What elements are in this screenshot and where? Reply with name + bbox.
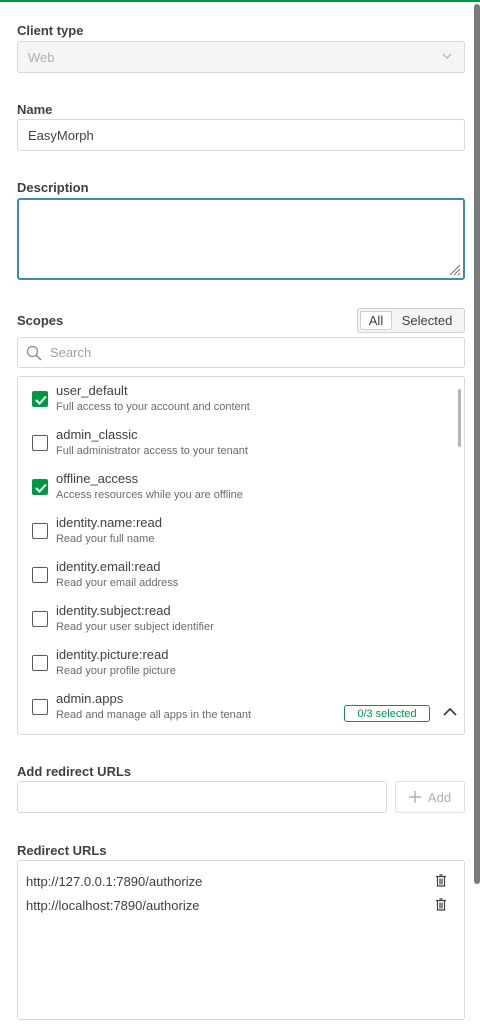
scopes-list: user_default Full access to your account…	[17, 376, 465, 735]
scope-name: admin_classic	[56, 427, 138, 442]
scopes-filter-toggle: All Selected	[357, 308, 465, 333]
scope-name: identity.name:read	[56, 515, 162, 530]
filter-all-button[interactable]: All	[360, 311, 392, 330]
description-textarea[interactable]	[17, 198, 465, 280]
scope-name: user_default	[56, 383, 128, 398]
scope-checkbox[interactable]	[32, 567, 48, 583]
name-input[interactable]: EasyMorph	[17, 119, 465, 151]
scope-item-admin-classic[interactable]: admin_classic Full administrator access …	[18, 421, 458, 465]
trash-icon[interactable]	[436, 898, 446, 911]
scope-checkbox[interactable]	[32, 435, 48, 451]
redirect-urls-label: Redirect URLs	[17, 843, 107, 858]
scope-checkbox[interactable]	[32, 655, 48, 671]
scope-description: Full administrator access to your tenant	[56, 445, 248, 457]
check-icon	[35, 395, 47, 405]
scope-item-identity-picture-read[interactable]: identity.picture:read Read your profile …	[18, 641, 458, 685]
redirect-url-text: http://127.0.0.1:7890/authorize	[26, 873, 203, 889]
top-accent-bar	[0, 0, 480, 2]
scope-description: Read your email address	[56, 577, 179, 589]
add-redirect-label: Add redirect URLs	[17, 764, 132, 779]
search-placeholder: Search	[50, 345, 92, 360]
redirect-url-row: http://localhost:7890/authorize	[26, 894, 456, 916]
resize-grip-icon[interactable]	[447, 262, 461, 276]
scope-name: identity.picture:read	[56, 647, 169, 662]
name-label: Name	[17, 102, 53, 117]
scope-item-identity-subject-read[interactable]: identity.subject:read Read your user sub…	[18, 597, 458, 641]
redirect-url-row: http://127.0.0.1:7890/authorize	[26, 870, 456, 892]
scope-description: Read your full name	[56, 533, 155, 545]
filter-selected-button[interactable]: Selected	[392, 311, 462, 330]
scope-description: Full access to your account and content	[56, 401, 250, 413]
client-type-value: Web	[28, 49, 55, 65]
scope-name: identity.subject:read	[56, 603, 171, 618]
redirect-url-text: http://localhost:7890/authorize	[26, 897, 200, 913]
client-type-select: Web	[17, 41, 465, 73]
panel-scrollbar[interactable]	[474, 4, 480, 884]
redirect-url-list: http://127.0.0.1:7890/authorize http://l…	[17, 860, 465, 1020]
add-button-label: Add	[427, 789, 452, 805]
scope-description: Read your profile picture	[56, 665, 176, 677]
scope-checkbox[interactable]	[32, 523, 48, 539]
redirect-url-input[interactable]	[17, 781, 387, 813]
scope-item-identity-email-read[interactable]: identity.email:read Read your email addr…	[18, 553, 458, 597]
scope-description: Read your user subject identifier	[56, 621, 214, 633]
search-icon	[26, 345, 42, 361]
scope-item-identity-name-read[interactable]: identity.name:read Read your full name	[18, 509, 458, 553]
scopes-search-input[interactable]: Search	[17, 337, 465, 368]
trash-icon[interactable]	[436, 874, 446, 887]
scope-checkbox[interactable]	[32, 479, 48, 495]
scope-item-offline-access[interactable]: offline_access Access resources while yo…	[18, 465, 458, 509]
scope-checkbox[interactable]	[32, 699, 48, 715]
scopes-label: Scopes	[17, 313, 64, 328]
chevron-up-icon[interactable]	[443, 707, 457, 716]
scope-name: identity.email:read	[56, 559, 161, 574]
scope-checkbox[interactable]	[32, 391, 48, 407]
description-label: Description	[17, 180, 89, 195]
client-type-label: Client type	[17, 23, 84, 38]
name-value: EasyMorph	[28, 127, 94, 143]
scope-checkbox[interactable]	[32, 611, 48, 627]
scope-name: offline_access	[56, 471, 139, 486]
check-icon	[35, 483, 47, 493]
add-url-button[interactable]: Add	[395, 781, 465, 813]
scopes-list-scrollbar[interactable]	[458, 389, 461, 447]
chevron-down-icon	[442, 53, 452, 59]
scope-description: Access resources while you are offline	[56, 489, 243, 501]
plus-icon	[408, 791, 421, 803]
scope-item-user-default[interactable]: user_default Full access to your account…	[18, 377, 458, 421]
selection-count-badge: 0/3 selected	[344, 705, 430, 722]
scope-description: Read and manage all apps in the tenant	[56, 709, 252, 721]
scope-name: admin.apps	[56, 691, 124, 706]
scope-item-admin-apps[interactable]: admin.apps Read and manage all apps in t…	[18, 685, 458, 729]
